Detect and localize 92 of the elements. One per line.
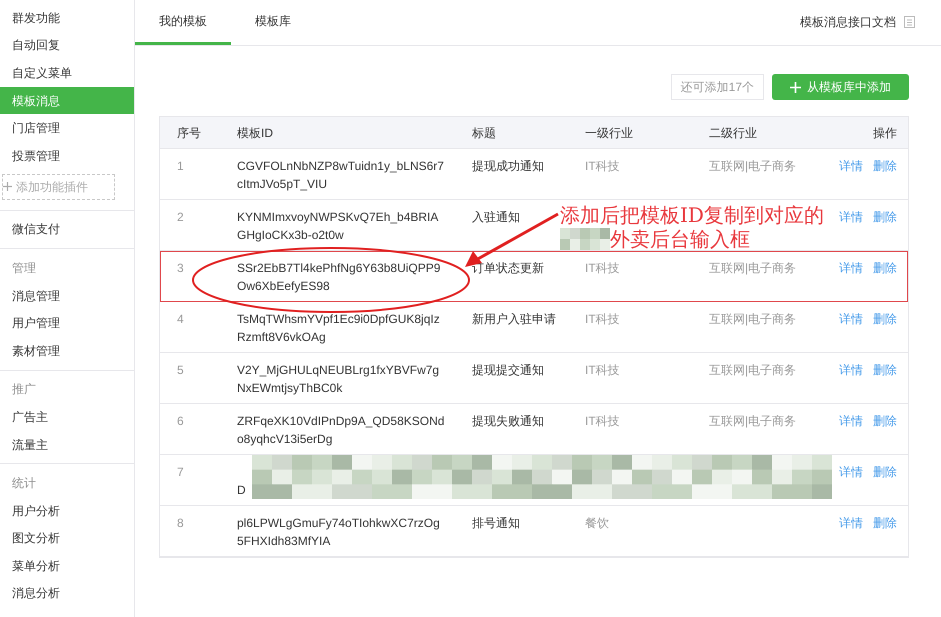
template-title: 入驻通知 bbox=[472, 210, 520, 224]
template-id: GHgIoCKx3b-o2t0w bbox=[237, 227, 344, 244]
action-link[interactable]: 详情 bbox=[839, 310, 863, 328]
primary-industry: IT科技 bbox=[585, 159, 620, 173]
quota-label: 还可添加17个 bbox=[670, 74, 764, 100]
template-title: 新用户入驻申请 bbox=[472, 312, 556, 326]
column-header: 操作 bbox=[872, 124, 898, 142]
template-id: KYNMImxvoyNWPSKvQ7Eh_b4BRIA bbox=[237, 209, 438, 226]
row-number: 3 bbox=[177, 261, 184, 275]
sidebar-item[interactable]: 消息管理 bbox=[0, 282, 134, 310]
sidebar-item[interactable]: 流量主 bbox=[0, 430, 134, 458]
secondary-industry: 互联网|电子商务 bbox=[709, 312, 796, 326]
sidebar-item[interactable]: 用户分析 bbox=[0, 496, 134, 524]
template-id: SSr2EbB7Tl4kePhfNg6Y63b8UiQPP9 bbox=[237, 260, 440, 277]
column-header: 模板ID bbox=[237, 124, 274, 142]
document-icon bbox=[904, 16, 915, 28]
action-link[interactable]: 详情 bbox=[839, 412, 863, 430]
row-number: 4 bbox=[177, 312, 184, 326]
column-header: 二级行业 bbox=[709, 124, 758, 142]
sidebar-item[interactable]: 自定义菜单 bbox=[0, 59, 134, 87]
template-id: NxEWmtjsyThBC0k bbox=[237, 380, 342, 397]
sidebar-item[interactable]: 素材管理 bbox=[0, 336, 134, 365]
action-link[interactable]: 删除 bbox=[873, 412, 897, 430]
sidebar-item[interactable]: 门店管理 bbox=[0, 114, 134, 142]
sidebar-heading: 推广 bbox=[11, 381, 37, 398]
sidebar-item[interactable]: 微信支付 bbox=[0, 216, 134, 244]
sidebar-item[interactable]: 投票管理 bbox=[0, 142, 134, 170]
template-title: 排号通知 bbox=[472, 516, 520, 530]
sidebar-item[interactable]: 模板消息 bbox=[0, 86, 134, 114]
primary-industry: 餐饮 bbox=[585, 516, 609, 530]
sidebar-item[interactable]: 图文分析 bbox=[0, 524, 134, 552]
sidebar-item[interactable]: 群发功能 bbox=[0, 4, 134, 32]
secondary-industry: 互联网|电子商务 bbox=[709, 261, 796, 275]
row-number: 7 bbox=[177, 465, 184, 479]
sidebar-item[interactable]: 菜单分析 bbox=[0, 552, 134, 580]
action-link[interactable]: 详情 bbox=[839, 259, 863, 277]
row-number: 2 bbox=[177, 210, 184, 224]
template-id: 5FHXIdh83MfYIA bbox=[237, 533, 330, 550]
add-from-library-button[interactable]: 从模板库中添加 bbox=[772, 74, 909, 100]
action-link[interactable]: 删除 bbox=[873, 463, 897, 481]
action-link[interactable]: 删除 bbox=[873, 310, 897, 328]
template-title: 提现失败通知 bbox=[472, 414, 544, 428]
tab[interactable]: 我的模板 bbox=[135, 0, 231, 45]
add-plugin-button[interactable]: 添加功能插件 bbox=[2, 174, 115, 200]
sidebar-heading: 管理 bbox=[11, 260, 37, 277]
secondary-industry: 互联网|电子商务 bbox=[709, 363, 796, 377]
secondary-industry: 互联网|电子商务 bbox=[709, 414, 796, 428]
template-id: V2Y_MjGHULqNEUBLrg1fxYBVFw7g bbox=[237, 362, 440, 379]
template-id: cItmJVo5pT_VIU bbox=[237, 176, 328, 193]
annotation-text: 外卖后台输入框 bbox=[610, 227, 750, 251]
action-link[interactable]: 删除 bbox=[873, 157, 897, 175]
row-number: 8 bbox=[177, 516, 184, 530]
action-link[interactable]: 详情 bbox=[839, 514, 863, 532]
primary-industry: IT科技 bbox=[585, 363, 620, 377]
column-header: 序号 bbox=[176, 124, 202, 142]
primary-industry: IT科技 bbox=[585, 261, 620, 275]
sidebar-item[interactable]: 消息分析 bbox=[0, 580, 134, 608]
template-id: Ow6XbEefyES98 bbox=[237, 278, 330, 295]
action-link[interactable]: 详情 bbox=[839, 463, 863, 481]
row-number: 5 bbox=[177, 363, 184, 377]
action-link[interactable]: 删除 bbox=[873, 361, 897, 379]
sidebar-item[interactable]: 自动回复 bbox=[0, 32, 134, 60]
action-link[interactable]: 删除 bbox=[873, 514, 897, 532]
row-number: 1 bbox=[177, 159, 184, 173]
template-id: pl6LPWLgGmuFy74oTIohkwXC7rzOg bbox=[237, 515, 440, 532]
sidebar-heading: 统计 bbox=[11, 475, 37, 492]
sidebar-item[interactable]: 用户管理 bbox=[0, 309, 134, 337]
template-id: ZRFqeXK10VdIPnDp9A_QD58KSONd bbox=[237, 413, 444, 430]
column-header: 一级行业 bbox=[585, 124, 634, 142]
action-link[interactable]: 删除 bbox=[873, 208, 897, 226]
action-link[interactable]: 详情 bbox=[839, 208, 863, 226]
template-id: CGVFOLnNbNZP8wTuidn1y_bLNS6r7 bbox=[237, 158, 444, 175]
template-title: 提现成功通知 bbox=[472, 159, 544, 173]
row-number: 6 bbox=[177, 414, 184, 428]
template-id: o8yqhcV13i5erDg bbox=[237, 431, 332, 448]
sidebar-item[interactable]: 广告主 bbox=[0, 403, 134, 431]
column-header: 标题 bbox=[472, 124, 497, 142]
plus-icon bbox=[790, 82, 801, 92]
primary-industry: IT科技 bbox=[585, 414, 620, 428]
primary-industry: IT科技 bbox=[585, 312, 620, 326]
template-id: D bbox=[237, 482, 246, 499]
annotation-text: 添加后把模板ID复制到对应的 bbox=[560, 203, 824, 227]
action-link[interactable]: 详情 bbox=[839, 157, 863, 175]
template-title: 提现提交通知 bbox=[472, 363, 544, 377]
tab[interactable]: 模板库 bbox=[231, 0, 315, 45]
secondary-industry: 互联网|电子商务 bbox=[709, 159, 796, 173]
action-link[interactable]: 详情 bbox=[839, 361, 863, 379]
doc-link[interactable]: 模板消息接口文档 bbox=[800, 13, 896, 31]
template-id: Rzmft8V6vkOAg bbox=[237, 329, 326, 346]
action-link[interactable]: 删除 bbox=[873, 259, 897, 277]
template-id: TsMqTWhsmYVpf1Ec9i0DpfGUK8jqIz bbox=[237, 311, 440, 328]
plus-icon bbox=[3, 182, 12, 192]
